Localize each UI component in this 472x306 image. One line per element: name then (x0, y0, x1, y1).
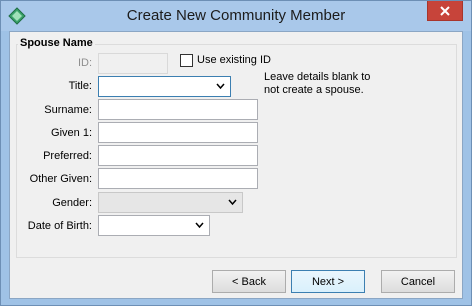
chevron-down-icon (228, 199, 237, 206)
id-field (98, 53, 168, 74)
dob-picker[interactable] (98, 215, 210, 236)
help-note: Leave details blank to not create a spou… (264, 71, 371, 96)
cancel-button[interactable]: Cancel (381, 270, 455, 293)
gender-label: Gender: (52, 197, 92, 209)
dialog-window: Create New Community Member Spouse Name … (0, 0, 472, 306)
title-label: Title: (68, 80, 92, 92)
given1-label: Given 1: (51, 127, 92, 139)
dialog-client-area: Spouse Name ID: Use existing ID Title: L… (9, 31, 463, 299)
close-button[interactable] (427, 1, 463, 21)
chevron-down-icon (195, 222, 204, 229)
preferred-field[interactable] (98, 145, 258, 166)
title-bar[interactable]: Create New Community Member (1, 1, 471, 31)
use-existing-id-label[interactable]: Use existing ID (197, 54, 271, 66)
surname-field[interactable] (98, 99, 258, 120)
next-button[interactable]: Next > (291, 270, 365, 293)
group-title: Spouse Name (18, 37, 95, 49)
other-given-field[interactable] (98, 168, 258, 189)
id-label: ID: (77, 57, 92, 69)
given1-field[interactable] (98, 122, 258, 143)
window-title: Create New Community Member (126, 7, 346, 24)
other-given-label: Other Given: (29, 173, 92, 185)
back-button[interactable]: < Back (212, 270, 286, 293)
chevron-down-icon (216, 83, 225, 90)
title-dropdown[interactable] (98, 76, 231, 97)
dob-label: Date of Birth: (27, 220, 92, 232)
close-icon (440, 5, 450, 16)
gender-dropdown[interactable] (98, 192, 243, 213)
surname-label: Surname: (44, 104, 92, 116)
preferred-label: Preferred: (43, 150, 92, 162)
use-existing-id-checkbox[interactable] (180, 54, 193, 67)
